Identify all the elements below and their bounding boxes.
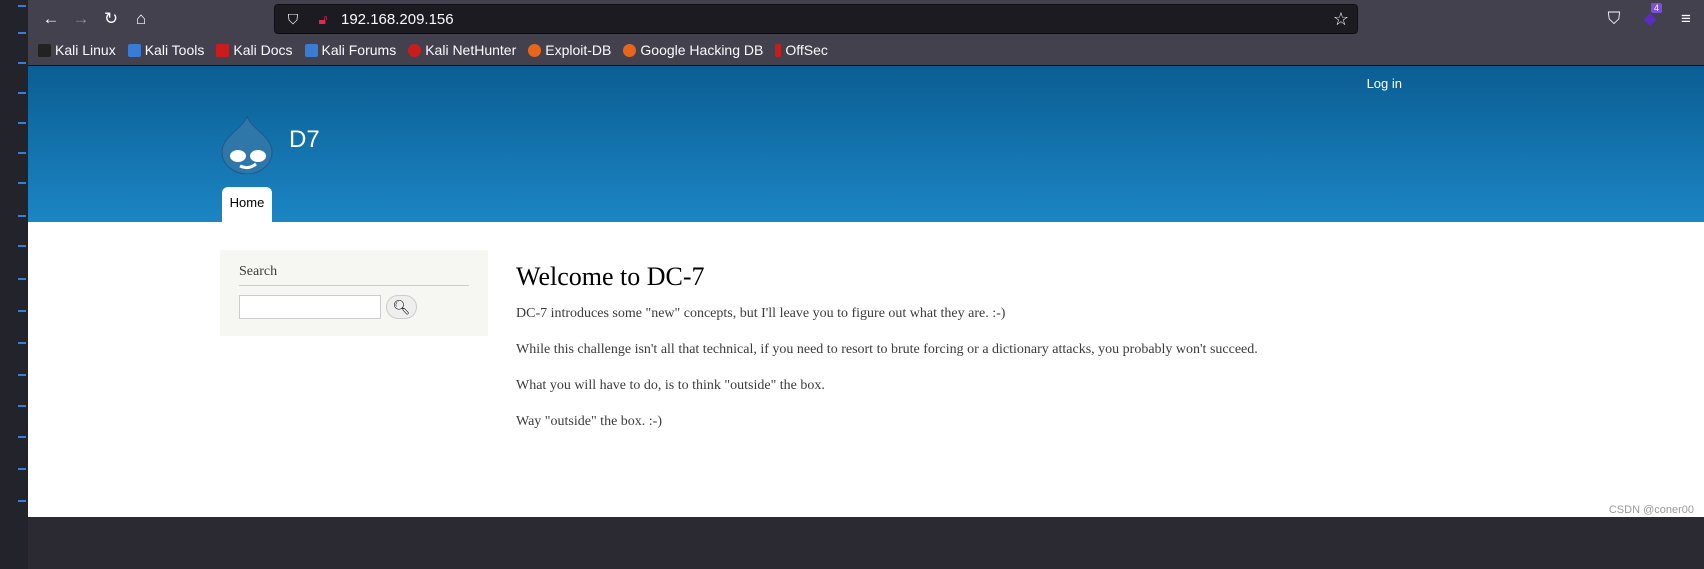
bookmark-kali-nethunter[interactable]: Kali NetHunter <box>408 42 516 58</box>
bookmarks-bar: Kali Linux Kali Tools Kali Docs Kali For… <box>38 42 828 58</box>
paragraph: While this challenge isn't all that tech… <box>516 342 1258 357</box>
bookmark-google-hacking-db[interactable]: Google Hacking DB <box>623 42 763 58</box>
bookmark-kali-linux[interactable]: Kali Linux <box>38 42 116 58</box>
home-icon[interactable]: ⌂ <box>126 6 156 32</box>
bookmark-label: Google Hacking DB <box>640 42 764 58</box>
bookmark-label: Kali Linux <box>55 42 116 58</box>
paragraph: Way "outside" the box. :-) <box>516 414 662 429</box>
bookmark-label: OffSec <box>785 42 828 58</box>
tab-home[interactable]: Home <box>222 187 272 222</box>
forward-icon[interactable]: → <box>66 6 96 32</box>
bottom-edge <box>28 517 1704 525</box>
magnifier-icon: 🔍︎ <box>392 299 411 315</box>
reload-icon[interactable]: ↻ <box>96 6 126 32</box>
site-header: Log in D7 Home <box>28 66 1704 222</box>
insecure-lock-icon[interactable]: 🔓︎ <box>311 11 335 28</box>
extension-icon[interactable]: ◆ 4 <box>1632 3 1668 32</box>
pocket-icon[interactable]: ⛉ <box>1596 6 1632 32</box>
bookmark-kali-forums[interactable]: Kali Forums <box>304 42 397 58</box>
nethunter-icon <box>408 43 422 57</box>
extension-badge: 4 <box>1650 3 1662 13</box>
kali-docs-icon <box>216 43 230 57</box>
drupal-logo-icon[interactable] <box>220 114 274 174</box>
watermark: CSDN @coner00 <box>1608 504 1694 516</box>
bookmark-kali-docs[interactable]: Kali Docs <box>216 42 293 58</box>
site-name[interactable]: D7 <box>289 126 320 154</box>
kali-tools-icon <box>127 43 141 57</box>
bookmark-label: Exploit-DB <box>545 42 612 58</box>
desktop-edge <box>0 0 28 569</box>
bookmark-star-icon[interactable]: ☆ <box>1333 9 1349 30</box>
page-title: Welcome to DC-7 <box>516 262 705 291</box>
menu-icon[interactable]: ≡ <box>1668 6 1704 32</box>
offsec-icon <box>775 43 782 57</box>
bookmark-exploit-db[interactable]: Exploit-DB <box>528 42 611 58</box>
web-page: Log in D7 Home Search 🔍︎ Welcome to DC-7… <box>28 66 1704 517</box>
bookmark-label: Kali NetHunter <box>425 42 517 58</box>
url-text[interactable]: 192.168.209.156 <box>341 11 454 28</box>
search-block: Search 🔍︎ <box>220 250 488 336</box>
ghdb-icon <box>623 43 637 57</box>
login-link[interactable]: Log in <box>1367 76 1402 91</box>
search-block-title: Search <box>239 264 469 286</box>
bookmark-label: Kali Forums <box>321 42 397 58</box>
kali-forums-icon <box>304 43 318 57</box>
kali-icon <box>38 43 51 57</box>
paragraph: What you will have to do, is to think "o… <box>516 378 825 393</box>
bookmark-kali-tools[interactable]: Kali Tools <box>127 42 205 58</box>
shield-icon[interactable]: ⛉ <box>281 11 305 28</box>
exploit-db-icon <box>528 43 542 57</box>
search-input[interactable] <box>239 295 381 319</box>
search-button[interactable]: 🔍︎ <box>386 295 417 319</box>
paragraph: DC-7 introduces some "new" concepts, but… <box>516 306 1006 321</box>
bookmark-offsec[interactable]: OffSec <box>775 42 828 58</box>
main-content: Welcome to DC-7 DC-7 introduces some "ne… <box>516 262 1258 450</box>
browser-toolbar: ← → ↻ ⌂ ⛉ 🔓︎ 192.168.209.156 ☆ ⛉ ◆ 4 ≡ Ka… <box>28 0 1704 66</box>
bookmark-label: Kali Docs <box>233 42 293 58</box>
url-bar[interactable]: ⛉ 🔓︎ 192.168.209.156 ☆ <box>274 4 1358 34</box>
back-icon[interactable]: ← <box>36 6 66 32</box>
bookmark-label: Kali Tools <box>144 42 205 58</box>
